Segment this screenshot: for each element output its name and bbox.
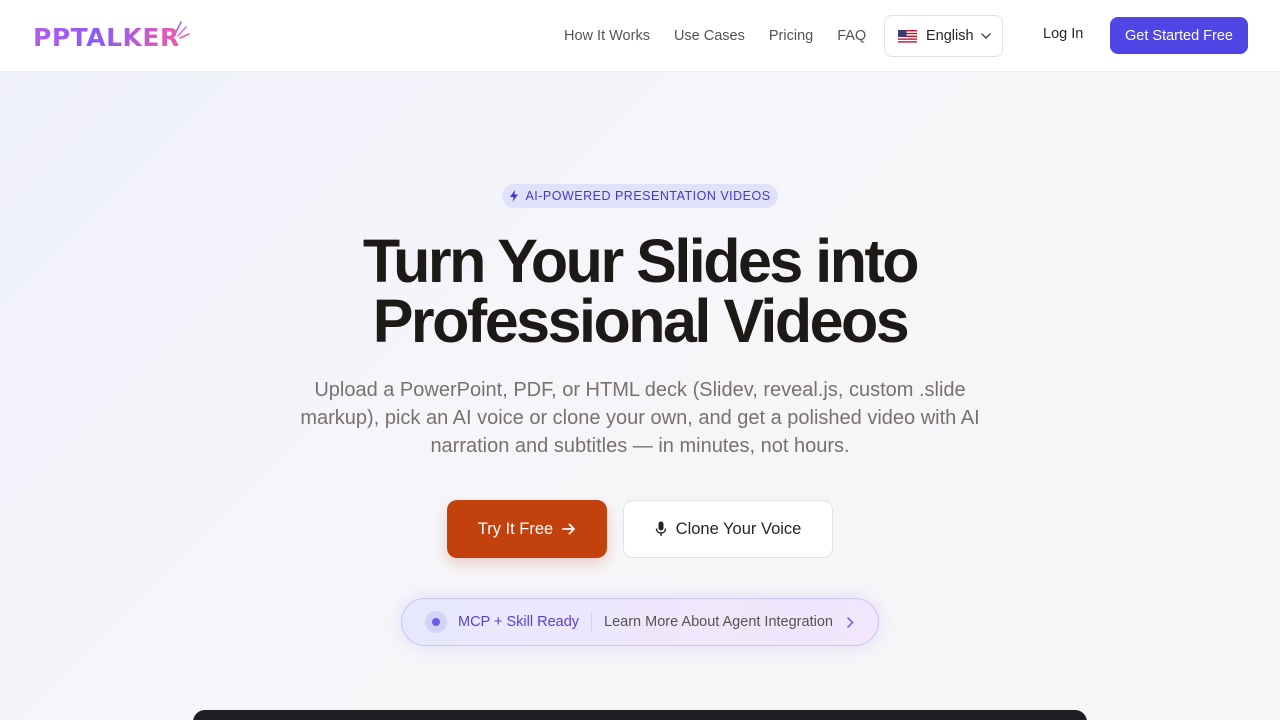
mcp-integration-banner[interactable]: MCP + Skill Ready Learn More About Agent… (401, 598, 879, 646)
microphone-icon (655, 521, 666, 536)
login-link[interactable]: Log In (1043, 26, 1083, 42)
hero-subtitle: Upload a PowerPoint, PDF, or HTML deck (… (300, 379, 980, 457)
logo[interactable]: PPTALKER (33, 20, 190, 54)
nav-link-faq[interactable]: FAQ (837, 28, 866, 44)
chevron-down-icon (980, 33, 991, 39)
hero-title-line-2: Professional Videos (372, 287, 910, 355)
mcp-learn-more-link: Learn More About Agent Integration (604, 614, 833, 630)
hero-title-line-1: Turn Your Slides into (362, 227, 920, 295)
language-selector[interactable]: English (884, 15, 1003, 57)
site-header: PPTALKER How It Works Use Cases Pricing … (0, 0, 1280, 72)
divider (591, 613, 593, 631)
us-flag-icon (898, 29, 917, 43)
lightning-icon (510, 190, 519, 202)
nav-link-pricing[interactable]: Pricing (769, 28, 813, 44)
status-dot-icon (425, 611, 447, 633)
arrow-right-icon (562, 523, 576, 535)
logo-text: PPTALKER (33, 22, 180, 52)
chevron-right-icon (847, 616, 854, 628)
get-started-button[interactable]: Get Started Free (1110, 17, 1248, 54)
clone-voice-label: Clone Your Voice (675, 519, 802, 538)
nav-link-use-cases[interactable]: Use Cases (674, 28, 745, 44)
sparkle-icon (174, 21, 190, 39)
language-label: English (926, 28, 974, 44)
try-it-free-label: Try It Free (477, 519, 554, 538)
try-it-free-button[interactable]: Try It Free (447, 500, 607, 558)
video-preview-frame (193, 710, 1087, 720)
hero-title: Turn Your Slides into Professional Video… (240, 231, 1040, 352)
nav-link-how-it-works[interactable]: How It Works (564, 28, 650, 44)
hero-badge: AI-POWERED PRESENTATION VIDEOS (502, 184, 778, 208)
main-nav: How It Works Use Cases Pricing FAQ (564, 0, 890, 72)
hero-badge-text: AI-POWERED PRESENTATION VIDEOS (525, 189, 771, 203)
clone-voice-button[interactable]: Clone Your Voice (623, 500, 833, 558)
mcp-label: MCP + Skill Ready (458, 614, 580, 630)
